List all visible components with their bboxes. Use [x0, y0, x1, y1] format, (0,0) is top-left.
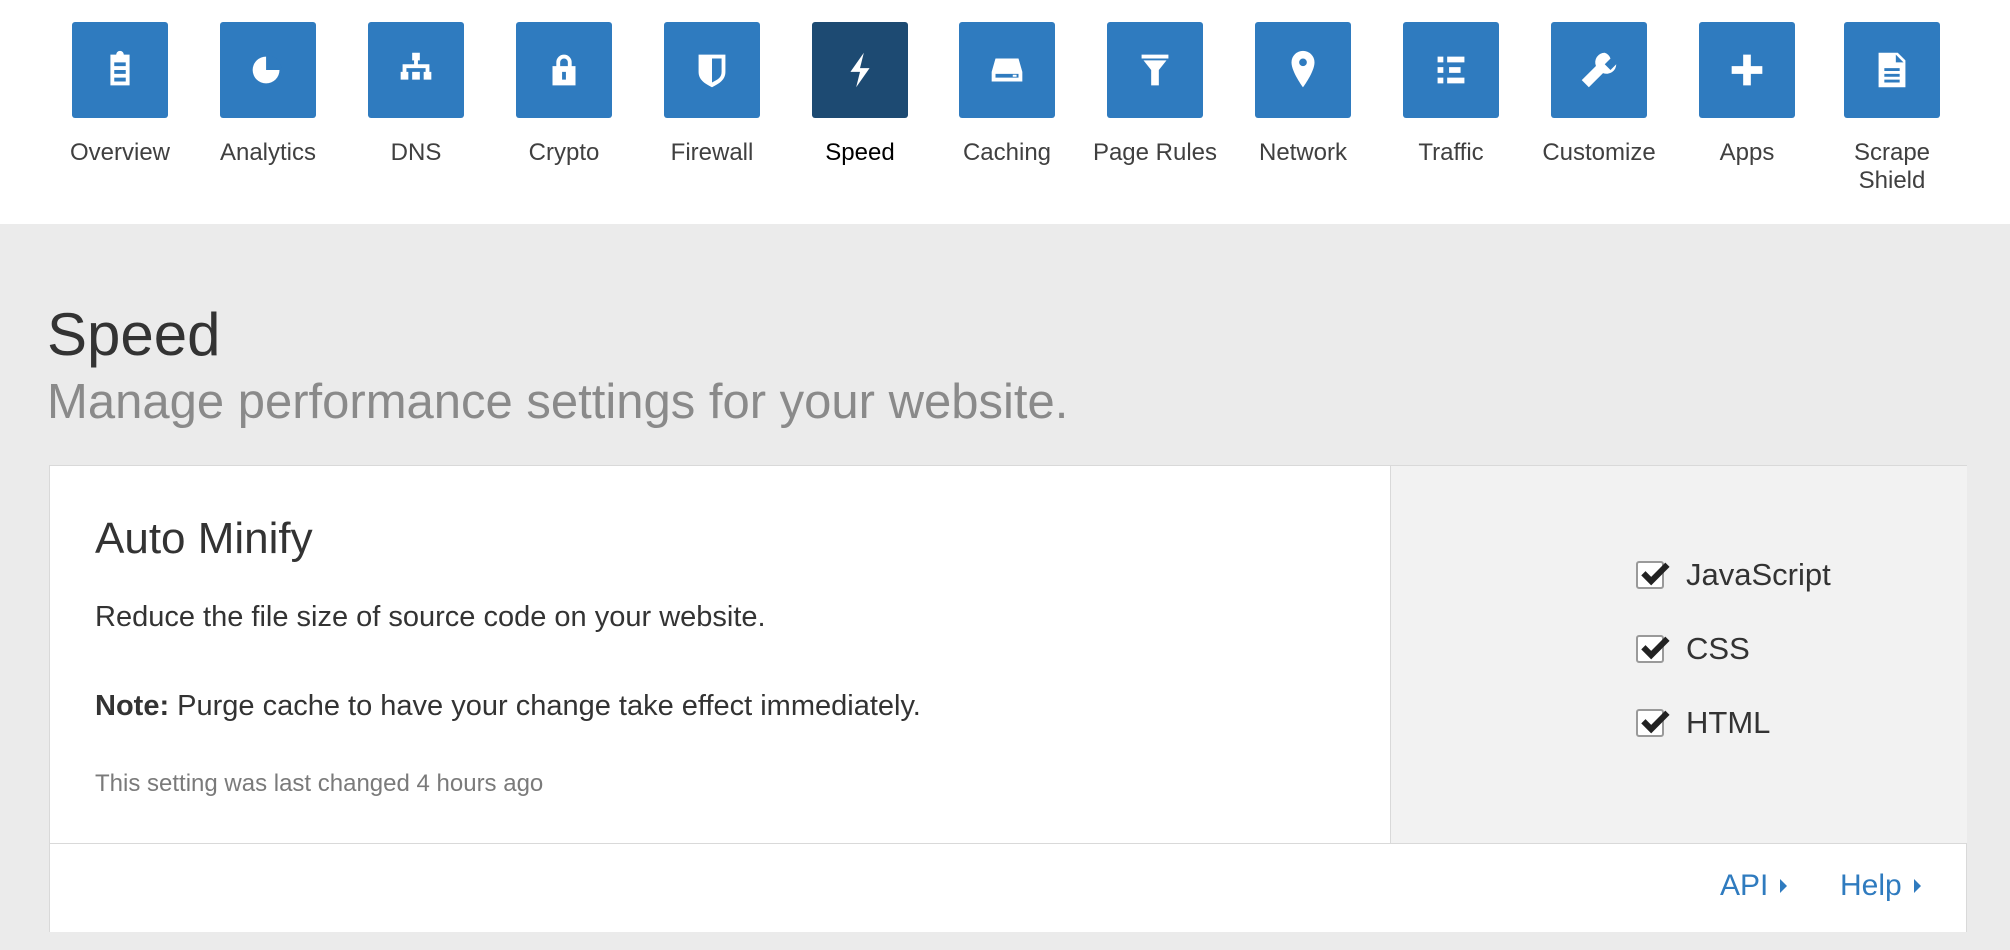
pie-chart-icon [252, 55, 282, 84]
nav-item-page-rules[interactable]: Page Rules [1081, 22, 1229, 167]
crypto-tile [516, 22, 612, 118]
card-title: Auto Minify [95, 514, 313, 563]
caching-tile [959, 22, 1055, 118]
nav-label: DNS [390, 139, 442, 166]
help-link-label: Help [1840, 869, 1902, 902]
caret-right-icon [1780, 879, 1788, 893]
option-javascript[interactable]: JavaScript [1636, 557, 1831, 593]
nav-label: Scrape Shield [1853, 139, 1931, 194]
option-label: CSS [1686, 631, 1750, 666]
note-label: Note: [95, 690, 170, 722]
filter-icon [1141, 54, 1169, 86]
plus-icon [1731, 54, 1763, 86]
auto-minify-card: Auto Minify Reduce the file size of sour… [49, 465, 1967, 932]
nav-item-traffic[interactable]: Traffic [1377, 22, 1525, 167]
last-changed-text: This setting was last changed 4 hours ag… [95, 770, 544, 797]
page-subtitle: Manage performance settings for your web… [47, 375, 1069, 429]
nav-item-analytics[interactable]: Analytics [194, 22, 342, 167]
document-icon [1878, 52, 1906, 88]
nav-label: Caching [962, 139, 1052, 166]
nav-label: Traffic [1418, 139, 1484, 166]
clipboard-icon [110, 50, 130, 86]
caret-right-icon [1913, 879, 1921, 893]
nav-item-caching[interactable]: Caching [933, 22, 1081, 167]
checkmark-icon [1641, 636, 1670, 660]
list-icon [1437, 56, 1465, 84]
top-navigation: Overview Analytics DNS Crypto Firewall S… [0, 0, 2010, 224]
nav-item-dns[interactable]: DNS [342, 22, 490, 167]
lock-icon [552, 54, 576, 86]
sitemap-icon [400, 52, 432, 80]
dns-tile [368, 22, 464, 118]
nav-item-firewall[interactable]: Firewall [638, 22, 786, 167]
nav-label: Apps [1719, 139, 1775, 166]
html-checkbox[interactable] [1636, 709, 1670, 737]
nav-label: Network [1258, 139, 1348, 166]
network-tile [1255, 22, 1351, 118]
nav-label: Crypto [528, 139, 600, 166]
checkmark-icon [1641, 710, 1670, 734]
javascript-checkbox[interactable] [1636, 561, 1670, 589]
nav-label: Firewall [670, 139, 754, 166]
nav-item-overview[interactable]: Overview [46, 22, 194, 167]
nav-label: Analytics [219, 139, 317, 166]
api-link[interactable]: API [1720, 867, 1788, 905]
page-rules-tile [1107, 22, 1203, 118]
nav-label: Page Rules [1092, 139, 1218, 166]
nav-item-speed[interactable]: Speed [786, 22, 934, 167]
minify-options: JavaScript CSS HTML [1391, 466, 1967, 843]
customize-tile [1551, 22, 1647, 118]
nav-label: Overview [69, 139, 171, 166]
note-text: Purge cache to have your change take eff… [169, 690, 921, 722]
apps-tile [1699, 22, 1795, 118]
scrape-shield-tile [1844, 22, 1940, 118]
nav-item-apps[interactable]: Apps [1673, 22, 1821, 167]
page-title: Speed [47, 301, 221, 368]
nav-label: Customize [1542, 139, 1656, 166]
css-checkbox[interactable] [1636, 635, 1670, 663]
overview-tile [72, 22, 168, 118]
nav-item-network[interactable]: Network [1229, 22, 1377, 167]
api-link-label: API [1720, 869, 1769, 902]
wrench-icon [1581, 52, 1617, 88]
speed-tile [812, 22, 908, 118]
card-body: Auto Minify Reduce the file size of sour… [50, 466, 1391, 843]
card-note: Note: Purge cache to have your change ta… [95, 688, 921, 724]
card-description: Reduce the file size of source code on y… [95, 601, 766, 633]
nav-item-customize[interactable]: Customize [1525, 22, 1673, 167]
nav-label: Speed [825, 139, 895, 166]
help-link[interactable]: Help [1840, 867, 1921, 905]
checkmark-icon [1641, 562, 1670, 586]
traffic-tile [1403, 22, 1499, 118]
nav-item-scrape-shield[interactable]: Scrape Shield [1818, 22, 1966, 195]
shield-icon [698, 54, 726, 88]
firewall-tile [664, 22, 760, 118]
drive-icon [991, 58, 1023, 82]
option-label: JavaScript [1686, 557, 1831, 592]
nav-item-crypto[interactable]: Crypto [490, 22, 638, 167]
card-footer: API Help [50, 843, 1966, 932]
lightning-bolt-icon [850, 52, 870, 88]
analytics-tile [220, 22, 316, 118]
option-html[interactable]: HTML [1636, 705, 1770, 741]
map-pin-icon [1291, 50, 1315, 88]
option-css[interactable]: CSS [1636, 631, 1750, 667]
option-label: HTML [1686, 705, 1771, 740]
